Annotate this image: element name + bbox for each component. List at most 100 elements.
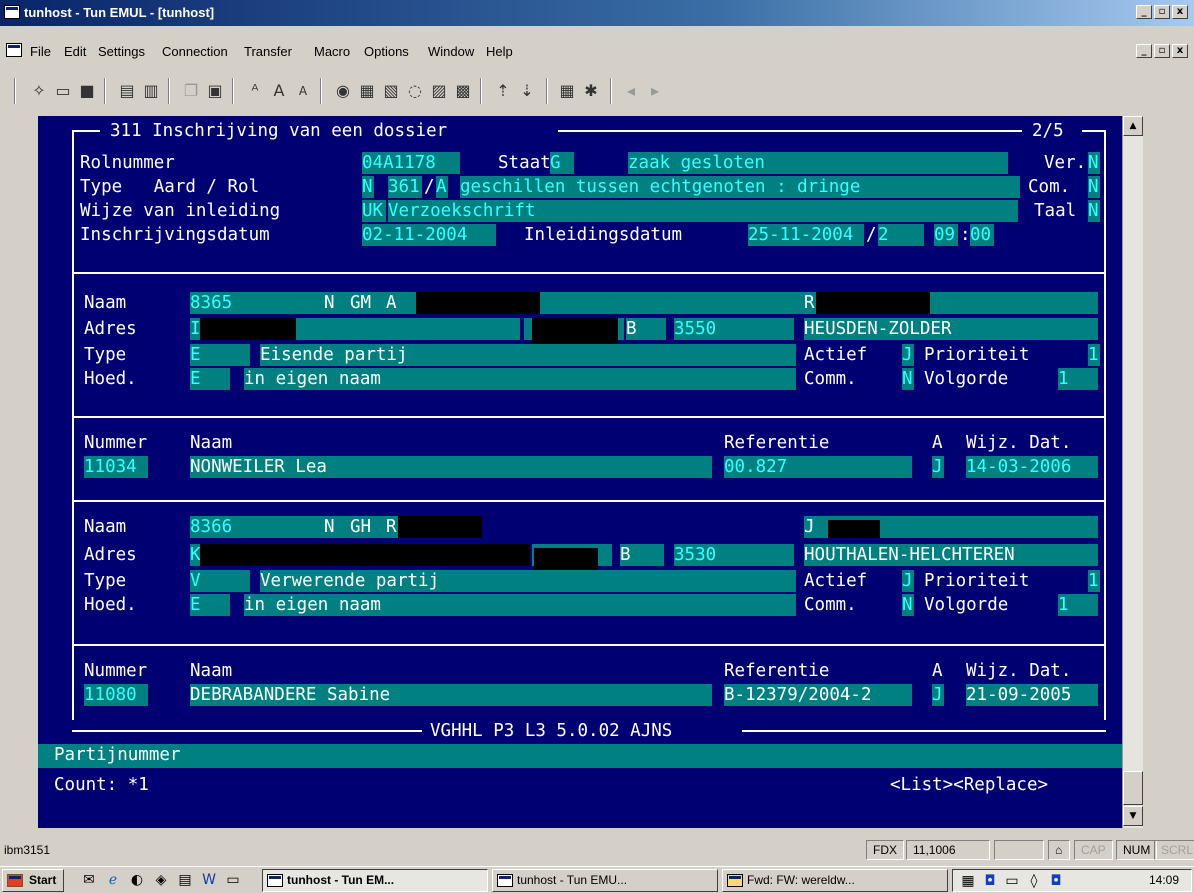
restore-button[interactable]: ▫ bbox=[1154, 5, 1170, 19]
menu-window[interactable]: Window bbox=[428, 44, 474, 59]
keypad-icon[interactable]: ▦ bbox=[556, 80, 578, 102]
party1-volgorde-field[interactable]: 1 bbox=[1058, 368, 1098, 390]
ver-field[interactable]: N bbox=[1088, 152, 1100, 174]
party2-zip-field[interactable]: 3530 bbox=[674, 544, 794, 566]
print-icon[interactable]: ▤ bbox=[116, 80, 138, 102]
doc-close-button[interactable]: x bbox=[1172, 44, 1188, 58]
quick-launch-icon[interactable]: ◐ bbox=[128, 872, 146, 888]
print-setup-icon[interactable]: ▥ bbox=[140, 80, 162, 102]
inleiding-suffix-field[interactable]: 2 bbox=[878, 224, 924, 246]
menu-settings[interactable]: Settings bbox=[98, 44, 145, 59]
type-code-field[interactable]: N bbox=[362, 176, 374, 198]
keyboard-map-icon[interactable]: ▦ bbox=[356, 80, 378, 102]
taskbar-button-tunhost[interactable]: tunhost - Tun EMU... bbox=[492, 869, 718, 892]
tray-icon[interactable]: ▭ bbox=[1003, 873, 1021, 889]
party2-country-field[interactable]: B bbox=[620, 544, 664, 566]
scroll-down-icon[interactable]: ▼ bbox=[1123, 806, 1143, 826]
party1-comm-field[interactable]: N bbox=[902, 368, 914, 390]
rol-code-field[interactable]: A bbox=[436, 176, 448, 198]
scroll-up-icon[interactable]: ▲ bbox=[1123, 116, 1143, 136]
menu-help[interactable]: Help bbox=[486, 44, 513, 59]
party1-city-field[interactable]: HEUSDEN-ZOLDER bbox=[804, 318, 1098, 340]
paste-icon[interactable]: ▣ bbox=[204, 80, 226, 102]
staat-code-field[interactable]: G bbox=[550, 152, 574, 174]
party2-city-field[interactable]: HOUTHALEN-HELCHTEREN bbox=[804, 544, 1098, 566]
properties-icon[interactable]: ▩ bbox=[452, 80, 474, 102]
start-button[interactable]: Start bbox=[2, 869, 64, 892]
quick-launch-icon[interactable]: ◈ bbox=[152, 872, 170, 888]
minute-field[interactable]: 00 bbox=[970, 224, 994, 246]
lawyer1-a-field[interactable]: J bbox=[932, 456, 944, 478]
party2-type-code-field[interactable]: V bbox=[190, 570, 250, 592]
lawyer2-date-field[interactable]: 21-09-2005 bbox=[966, 684, 1098, 706]
command-keys[interactable]: <List><Replace> bbox=[890, 774, 1048, 796]
lawyer2-nummer-field[interactable]: 11080 bbox=[84, 684, 148, 706]
close-button[interactable]: x bbox=[1172, 5, 1188, 19]
hour-field[interactable]: 09 bbox=[934, 224, 958, 246]
minimize-button[interactable]: _ bbox=[1136, 5, 1152, 19]
party2-actief-field[interactable]: J bbox=[902, 570, 914, 592]
previous-icon[interactable]: ◂ bbox=[620, 80, 642, 102]
menu-connection[interactable]: Connection bbox=[162, 44, 228, 59]
wijze-code-field[interactable]: UK bbox=[362, 200, 386, 222]
menu-file[interactable]: File bbox=[30, 44, 51, 59]
app-icon[interactable] bbox=[4, 5, 20, 19]
lawyer2-a-field[interactable]: J bbox=[932, 684, 944, 706]
settings-icon[interactable]: ✱ bbox=[580, 80, 602, 102]
doc-restore-button[interactable]: ▫ bbox=[1154, 44, 1170, 58]
taskbar-button-tunhost-active[interactable]: tunhost - Tun EM... bbox=[262, 869, 488, 892]
internet-explorer-icon[interactable]: ℯ bbox=[104, 872, 122, 888]
save-icon[interactable]: ■ bbox=[76, 80, 98, 102]
font-size-icon[interactable]: ᴬ bbox=[244, 80, 266, 102]
party1-zip-field[interactable]: 3550 bbox=[674, 318, 794, 340]
show-desktop-icon[interactable]: ▭ bbox=[224, 872, 242, 888]
taskbar-button-email[interactable]: Fwd: FW: wereldw... bbox=[722, 869, 948, 892]
lawyer1-nummer-field[interactable]: 11034 bbox=[84, 456, 148, 478]
terminal-screen[interactable]: 311 Inschrijving van een dossier 2/5 Rol… bbox=[38, 116, 1122, 828]
lawyer1-ref-field[interactable]: 00.827 bbox=[724, 456, 912, 478]
font-smaller-icon[interactable]: A bbox=[292, 80, 314, 102]
document-icon[interactable] bbox=[6, 43, 22, 57]
inschrijvingsdatum-field[interactable]: 02-11-2004 bbox=[362, 224, 496, 246]
lawyer2-ref-field[interactable]: B-12379/2004-2 bbox=[724, 684, 912, 706]
menu-options[interactable]: Options bbox=[364, 44, 409, 59]
send-file-icon[interactable]: ⇡ bbox=[492, 80, 514, 102]
receive-file-icon[interactable]: ⇣ bbox=[516, 80, 538, 102]
com-field[interactable]: N bbox=[1088, 176, 1100, 198]
font-larger-icon[interactable]: A bbox=[268, 80, 290, 102]
rolnummer-field[interactable]: 04A1178 bbox=[362, 152, 460, 174]
macro-icon[interactable]: ▧ bbox=[380, 80, 402, 102]
party1-actief-field[interactable]: J bbox=[902, 344, 914, 366]
outlook-icon[interactable]: ✉ bbox=[80, 872, 98, 888]
network-icon[interactable]: ▦ bbox=[959, 873, 977, 889]
quick-launch-icon[interactable]: ▤ bbox=[176, 872, 194, 888]
scroll-thumb[interactable] bbox=[1123, 771, 1143, 805]
vertical-scrollbar[interactable]: ▲ ▼ bbox=[1122, 116, 1143, 828]
next-icon[interactable]: ▸ bbox=[644, 80, 666, 102]
open-icon[interactable]: ▭ bbox=[52, 80, 74, 102]
antivirus-icon[interactable]: ◘ bbox=[981, 873, 999, 889]
party2-volgorde-field[interactable]: 1 bbox=[1058, 594, 1098, 616]
connect-icon[interactable]: ◌ bbox=[404, 80, 426, 102]
doc-minimize-button[interactable]: _ bbox=[1136, 44, 1152, 58]
lawyer1-date-field[interactable]: 14-03-2006 bbox=[966, 456, 1098, 478]
tray-icon[interactable]: ◊ bbox=[1025, 873, 1043, 889]
new-icon[interactable]: ✧ bbox=[28, 80, 50, 102]
party2-prioriteit-field[interactable]: 1 bbox=[1088, 570, 1100, 592]
taal-field[interactable]: N bbox=[1088, 200, 1100, 222]
party2-hoed-code-field[interactable]: E bbox=[190, 594, 230, 616]
inleidingsdatum-field[interactable]: 25-11-2004 bbox=[748, 224, 864, 246]
party1-country-field[interactable]: B bbox=[626, 318, 666, 340]
party1-type-code-field[interactable]: E bbox=[190, 344, 250, 366]
tray-icon[interactable]: ◘ bbox=[1047, 873, 1065, 889]
menu-transfer[interactable]: Transfer bbox=[244, 44, 292, 59]
party1-prioriteit-field[interactable]: 1 bbox=[1088, 344, 1100, 366]
menu-macro[interactable]: Macro bbox=[314, 44, 350, 59]
copy-icon[interactable]: ❐ bbox=[180, 80, 202, 102]
party2-comm-field[interactable]: N bbox=[902, 594, 914, 616]
menu-edit[interactable]: Edit bbox=[64, 44, 86, 59]
session-icon[interactable]: ▨ bbox=[428, 80, 450, 102]
party1-hoed-code-field[interactable]: E bbox=[190, 368, 230, 390]
colors-icon[interactable]: ◉ bbox=[332, 80, 354, 102]
word-icon[interactable]: W bbox=[200, 872, 218, 888]
